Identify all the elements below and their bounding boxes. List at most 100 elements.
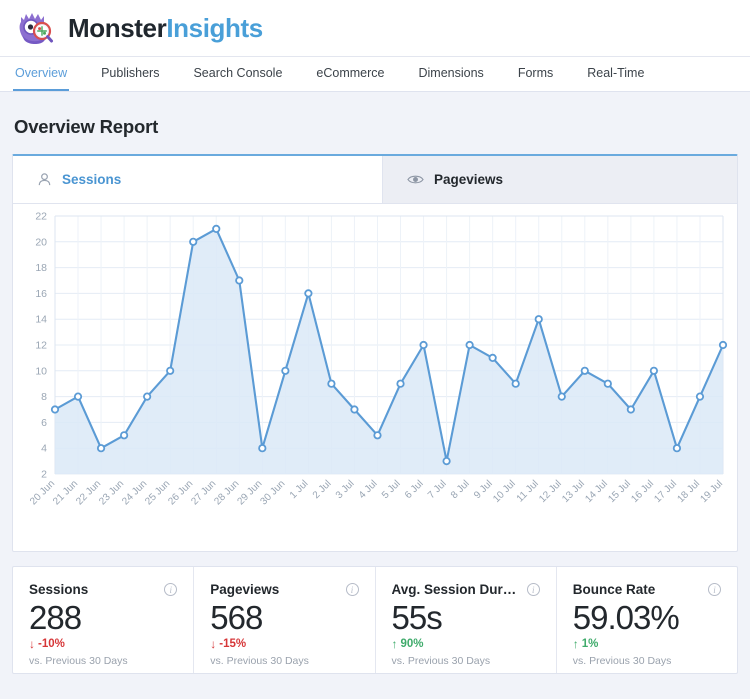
chart-data-point [718,340,728,350]
stat-delta-value: 90% [400,637,424,650]
y-axis-tick-label: 12 [35,340,47,352]
chart-data-point [534,315,543,324]
x-axis-tick-label: 25 Jun [143,478,172,507]
chart-data-point [281,366,290,375]
stat-delta-value: -10% [38,637,65,650]
stat-delta-value: -15% [219,637,247,650]
x-axis-tick-label: 26 Jun [166,478,195,507]
nav-tab-forms[interactable]: Forms [516,57,555,91]
chart-data-point [50,405,60,414]
chart-data-point [695,392,705,401]
chart-data-point [488,353,497,362]
stat-delta: ↑ 1% [573,637,721,651]
info-icon[interactable]: i [345,583,359,596]
summary-stats-row: Sessions i 288 ↓ -10% vs. Previous 30 Da… [12,566,738,674]
y-axis-tick-label: 22 [35,211,47,223]
nav-tab-label: Real-Time [587,66,645,80]
chart-data-point [396,379,405,388]
chart-tab-strip: Sessions Pageviews [13,156,737,204]
x-axis-tick-label: 15 Jul [606,478,633,505]
stat-header: Sessions i [29,582,178,597]
info-icon[interactable]: i [526,583,540,596]
x-axis-tick-label: 24 Jun [120,478,149,507]
stat-title: Avg. Session Dur… [391,582,517,597]
chart-tab-pageviews[interactable]: Pageviews [383,156,737,204]
chart-data-point [557,392,566,401]
arrow-up-icon: ↑ [391,636,398,651]
stat-note: vs. Previous 30 Days [210,654,309,667]
stat-note: vs. Previous 30 Days [391,654,491,667]
y-axis-tick-label: 6 [41,417,47,429]
nav-tab-search-console[interactable]: Search Console [191,57,284,91]
nav-tab-label: eCommerce [316,66,385,80]
chart-data-point [258,444,267,453]
stat-card-pageviews: Pageviews i 568 ↓ -15% vs. Previous 30 D… [194,567,376,673]
x-axis-tick-label: 18 Jul [675,478,702,505]
y-axis-tick-label: 20 [35,236,47,248]
x-axis-tick-label: 17 Jul [652,478,679,505]
brand-name-secondary: Insights [166,12,263,43]
nav-tab-label: Dimensions [418,66,484,80]
y-axis-tick-label: 16 [35,288,47,300]
chart-canvas: 2 4 6 8 10 12 14 16 18 20 22 20 Jun21 Jun22 Jun23 J… [28,211,728,507]
x-axis-tick-label: 11 Jul [515,478,541,504]
chart-data-point [419,340,428,350]
x-axis-tick-label: 16 Jul [629,478,656,505]
x-axis-tick-label: 6 Jul [403,478,426,501]
stat-delta-value: 1% [581,637,599,650]
y-axis-tick-label: 8 [41,391,47,403]
x-axis-tick-label: 23 Jun [97,478,126,507]
y-axis-tick-label: 4 [41,443,47,455]
y-axis-tick-label: 14 [35,314,47,326]
stat-title: Pageviews [210,582,280,597]
nav-tab-overview[interactable]: Overview [13,57,70,91]
stat-note: vs. Previous 30 Days [572,654,672,667]
info-icon[interactable]: i [708,583,721,596]
stat-title: Bounce Rate [572,582,656,597]
stat-card-avg-session-duration: Avg. Session Dur… i 55s ↑ 90% vs. Previo… [376,567,557,673]
brand-title: MonsterInsights [68,13,263,44]
chart-data-point [73,392,83,401]
stat-note: vs. Previous 30 Days [29,654,128,667]
y-axis-tick-label: 2 [41,469,47,481]
x-axis-tick-label: 30 Jun [258,478,287,507]
chart-data-point [120,431,129,440]
chart-data-point [96,444,106,453]
nav-tab-label: Overview [15,66,68,80]
chart-data-point [649,366,658,375]
app-header: MonsterInsights [0,0,750,57]
x-axis-tick-label: 13 Jul [560,478,587,505]
x-axis-tick-label: 5 Jul [380,478,403,501]
arrow-down-icon: ↓ [29,636,35,651]
brand-name-primary: Monster [68,12,167,43]
chart-data-point [304,289,313,298]
y-axis-tick-label: 10 [35,365,47,377]
chart-data-point [672,444,682,453]
chart-data-point [235,276,244,285]
chart-tab-sessions[interactable]: Sessions [13,156,383,203]
x-axis-tick-label: 10 Jul [491,478,518,505]
x-axis-tick-label: 27 Jun [189,478,218,507]
x-axis-tick-label: 4 Jul [357,478,380,501]
info-icon[interactable]: i [164,583,178,596]
stat-header: Pageviews i [210,582,359,597]
nav-tab-label: Publishers [101,66,160,80]
nav-tab-dimensions[interactable]: Dimensions [417,57,486,91]
stat-title: Sessions [29,582,89,597]
x-axis-tick-label: 1 Jul [288,478,311,501]
stat-value: 59.03% [572,599,680,636]
x-axis-tick-label: 12 Jul [537,478,564,505]
nav-tab-ecommerce[interactable]: eCommerce [314,57,386,91]
chart-data-point [465,340,474,350]
chart-tab-label: Pageviews [434,172,504,187]
nav-tab-real-time[interactable]: Real-Time [585,57,646,91]
x-axis-tick-label: 19 Jul [698,478,725,505]
stat-header: Avg. Session Dur… i [392,582,540,597]
x-axis-tick-label: 8 Jul [449,478,472,501]
chart-data-point [603,379,612,388]
stat-delta: ↑ 90% [392,637,540,651]
stat-value: 55s [391,599,443,636]
stat-header: Bounce Rate i [573,582,721,597]
arrow-up-icon: ↑ [572,636,579,651]
nav-tab-publishers[interactable]: Publishers [99,57,161,91]
